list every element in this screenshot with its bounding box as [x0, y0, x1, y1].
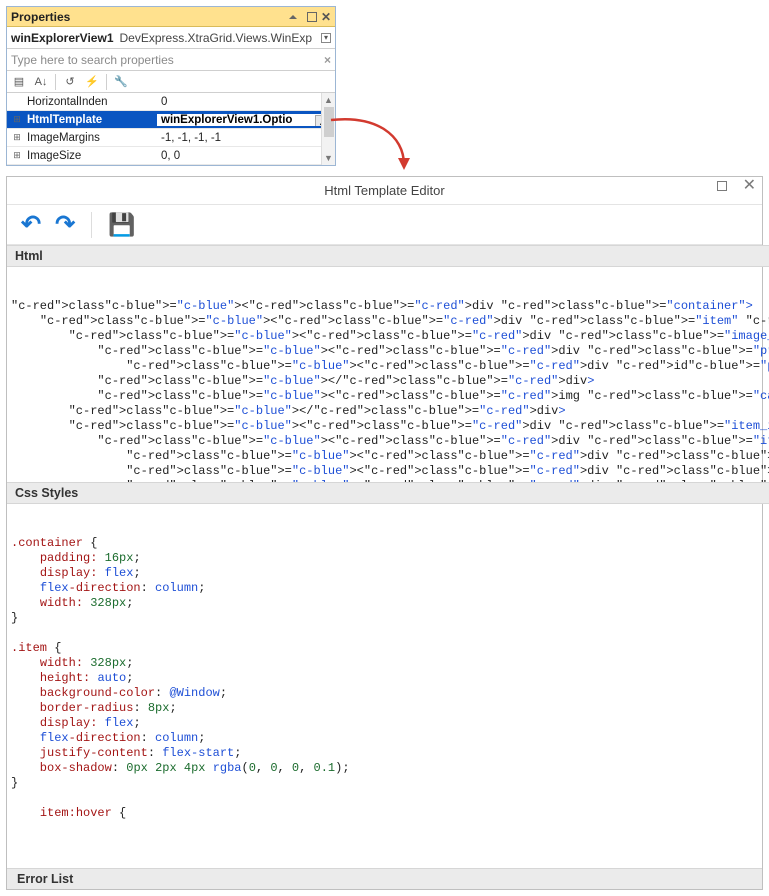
property-row[interactable]: ⊞HtmlTemplatewinExplorerView1.Optio…↖ [7, 111, 335, 129]
dropdown-icon[interactable] [289, 15, 297, 19]
undo-icon[interactable]: ↶ [21, 210, 41, 239]
annotation-arrow [306, 116, 726, 176]
css-section-header: Css Styles [7, 482, 769, 504]
maximize-icon[interactable] [717, 181, 727, 191]
close-icon[interactable]: ✕ [743, 181, 756, 191]
expand-icon[interactable]: ⊞ [7, 150, 27, 161]
editor-title: Html Template Editor [324, 183, 444, 198]
properties-search[interactable]: Type here to search properties × [7, 49, 335, 71]
property-name: HorizontalInden [27, 96, 157, 108]
wrench-icon[interactable]: 🔧 [111, 73, 131, 91]
properties-title-bar: Properties ✕ [7, 7, 335, 27]
html-code-editor[interactable]: "c-red">class"c-blue">="c-blue"><"c-red"… [7, 267, 769, 482]
scroll-up-icon[interactable]: ▲ [324, 93, 333, 107]
chevron-down-icon[interactable]: ▾ [321, 33, 331, 43]
html-section-header: Html [7, 245, 769, 267]
clear-search-icon[interactable]: × [324, 53, 331, 67]
editor-left-pane: Html "c-red">class"c-blue">="c-blue"><"c… [7, 245, 769, 868]
properties-toolbar: ▤ A↓ ↺ ⚡ 🔧 [7, 71, 335, 93]
property-name: ImageSize [27, 150, 157, 162]
save-icon[interactable]: 💾 [108, 212, 135, 238]
property-row[interactable]: HorizontalInden0 [7, 93, 335, 111]
property-name: ImageMargins [27, 132, 157, 144]
property-row[interactable]: ⊞ImageSize0, 0 [7, 147, 335, 165]
maximize-icon[interactable] [307, 12, 317, 22]
events-icon[interactable]: ⚡ [82, 73, 102, 91]
close-icon[interactable]: ✕ [321, 10, 331, 24]
css-code-editor[interactable]: .container { padding: 16px; display: fle… [7, 504, 769, 868]
expand-icon[interactable]: ⊞ [7, 132, 27, 143]
properties-title: Properties [11, 10, 70, 24]
properties-object-selector[interactable]: winExplorerView1 DevExpress.XtraGrid.Vie… [7, 27, 335, 49]
categorize-icon[interactable]: ▤ [9, 73, 29, 91]
search-placeholder: Type here to search properties [11, 53, 174, 67]
object-name: winExplorerView1 [11, 31, 114, 45]
sort-icon[interactable]: A↓ [31, 73, 51, 91]
editor-title-bar: Html Template Editor ✕ [7, 177, 762, 205]
property-row[interactable]: ⊞ImageMargins-1, -1, -1, -1 [7, 129, 335, 147]
redo-icon[interactable]: ↷ [55, 210, 75, 239]
properties-panel: Properties ✕ winExplorerView1 DevExpress… [6, 6, 336, 166]
object-type: DevExpress.XtraGrid.Views.WinExp [120, 31, 322, 45]
reset-icon[interactable]: ↺ [60, 73, 80, 91]
expand-icon[interactable]: ⊞ [7, 114, 27, 125]
property-name: HtmlTemplate [27, 114, 157, 126]
html-template-editor-window: Html Template Editor ✕ ↶ ↷ 💾 Html "c-red… [6, 176, 763, 890]
editor-toolbar: ↶ ↷ 💾 [7, 205, 762, 245]
property-value[interactable]: 0 [157, 96, 335, 108]
properties-grid: HorizontalInden0⊞HtmlTemplatewinExplorer… [7, 93, 335, 165]
error-list-header: Error List [7, 868, 762, 889]
